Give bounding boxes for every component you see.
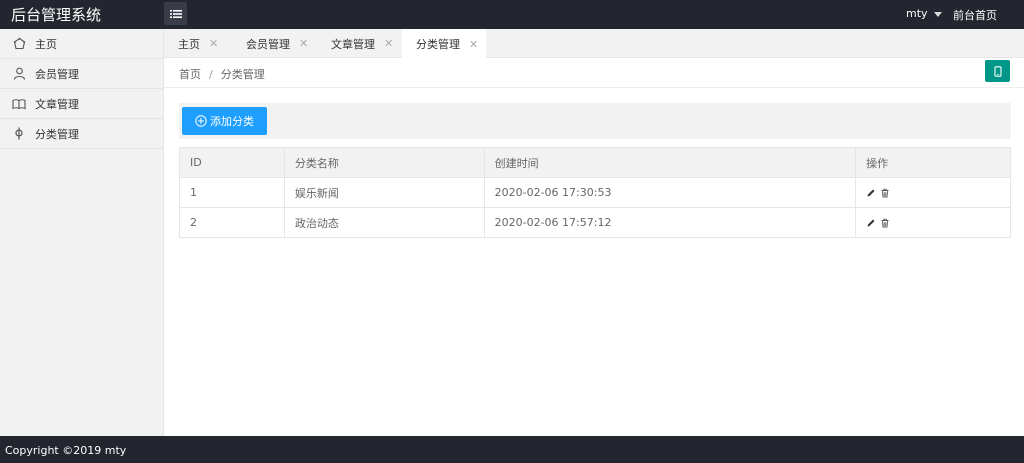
edit-icon[interactable] [866,218,876,228]
footer: Copyright ©2019 mty [0,436,1024,463]
cell-id: 2 [179,207,285,238]
breadcrumb-current: 分类管理 [220,68,265,81]
cell-created: 2020-02-06 17:30:53 [483,177,857,208]
refresh-button[interactable] [985,60,1010,82]
front-home-link[interactable]: 前台首页 [953,7,997,23]
sidebar-item-label: 会员管理 [35,67,79,81]
close-icon[interactable]: ✕ [209,37,218,50]
add-category-label: 添加分类 [210,115,254,128]
column-header-name: 分类名称 [283,147,485,178]
sidebar-item-home[interactable]: 主页 [0,29,163,59]
cell-actions [855,177,1011,208]
user-icon [12,67,26,81]
hamburger-icon [169,9,182,18]
table-header-row: ID 分类名称 创建时间 操作 [179,147,1011,178]
close-icon[interactable]: ✕ [469,38,478,51]
column-header-actions: 操作 [855,147,1011,178]
sidebar-item-label: 主页 [35,37,57,51]
add-category-button[interactable]: 添加分类 [182,107,267,135]
top-header: 后台管理系统 mty 前台首页 [0,0,1024,29]
table-row: 1 娱乐新闻 2020-02-06 17:30:53 [179,177,1011,208]
category-icon [12,127,26,141]
tab-members[interactable]: 会员管理 ✕ [232,29,308,58]
edit-icon[interactable] [866,188,876,198]
breadcrumb: 首页 / 分类管理 [179,66,265,82]
menu-toggle-button[interactable] [164,2,187,25]
home-icon [12,37,26,51]
tab-label: 会员管理 [246,37,290,51]
close-icon[interactable]: ✕ [299,37,308,50]
sidebar-item-categories[interactable]: 分类管理 [0,119,163,149]
tab-label: 文章管理 [331,37,375,51]
user-name: mty [906,7,928,20]
trash-icon[interactable] [880,218,890,228]
copyright-text: Copyright ©2019 mty [5,444,127,457]
app-logo: 后台管理系统 [11,6,102,24]
tab-home[interactable]: 主页 ✕ [164,29,218,58]
sidebar-item-label: 文章管理 [35,97,79,111]
book-icon [12,97,26,111]
cell-actions [855,207,1011,238]
table-row: 2 政治动态 2020-02-06 17:57:12 [179,207,1011,238]
sidebar: 主页 会员管理 文章管理 分类管理 [0,29,164,436]
sidebar-item-label: 分类管理 [35,127,79,141]
mobile-icon [993,65,1002,77]
breadcrumb-home[interactable]: 首页 [179,68,201,81]
tab-categories[interactable]: 分类管理 ✕ [402,29,486,59]
cell-created: 2020-02-06 17:57:12 [483,207,857,238]
tab-bar: 主页 ✕ 会员管理 ✕ 文章管理 ✕ 分类管理 ✕ [164,29,1024,59]
sidebar-item-members[interactable]: 会员管理 [0,59,163,89]
category-table: ID 分类名称 创建时间 操作 1 娱乐新闻 2020-02-06 17:30:… [179,147,1011,238]
table-toolbar: 添加分类 [179,103,1011,139]
tab-articles[interactable]: 文章管理 ✕ [317,29,393,58]
sidebar-item-articles[interactable]: 文章管理 [0,89,163,119]
cell-name: 政治动态 [283,207,485,238]
add-circle-icon [195,115,207,127]
cell-id: 1 [179,177,285,208]
tab-label: 分类管理 [416,38,460,51]
column-header-created: 创建时间 [483,147,857,178]
caret-down-icon [933,11,942,17]
cell-name: 娱乐新闻 [283,177,485,208]
breadcrumb-bar: 首页 / 分类管理 [164,58,1024,88]
column-header-id: ID [179,147,285,178]
user-menu[interactable]: mty [906,7,942,20]
trash-icon[interactable] [880,188,890,198]
breadcrumb-separator: / [209,68,213,81]
close-icon[interactable]: ✕ [384,37,393,50]
tab-label: 主页 [178,37,200,51]
